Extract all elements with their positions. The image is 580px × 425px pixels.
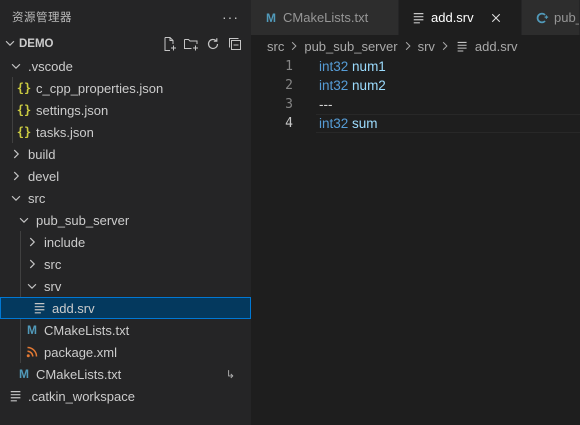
tree-item-label: CMakeLists.txt bbox=[36, 366, 122, 382]
breadcrumb-item[interactable]: add.srv bbox=[475, 39, 518, 54]
tree-item-build-folder[interactable]: build bbox=[0, 143, 251, 165]
close-icon[interactable] bbox=[488, 10, 504, 26]
breadcrumb-item[interactable]: srv bbox=[418, 39, 435, 54]
tree-item-tasks-json[interactable]: {} tasks.json bbox=[0, 121, 251, 143]
breadcrumb-item[interactable]: pub_sub_server bbox=[304, 39, 397, 54]
cmake-icon: M bbox=[27, 323, 37, 337]
code-line: 3 --- bbox=[251, 95, 580, 114]
tree-item-vscode-folder[interactable]: .vscode bbox=[0, 55, 251, 77]
tree-item-label: build bbox=[28, 146, 56, 162]
code-line: 1 int32 num1 bbox=[251, 57, 580, 76]
explorer-title: 资源管理器 bbox=[12, 11, 72, 24]
tree-item-label: package.xml bbox=[44, 344, 117, 360]
tree-item-devel-folder[interactable]: devel bbox=[0, 165, 251, 187]
tab-pub-cpp[interactable]: pub_ bbox=[522, 0, 580, 35]
code-line-current: 4 int32 sum bbox=[251, 114, 580, 133]
chevron-right-icon bbox=[8, 146, 24, 162]
tree-item-package-xml[interactable]: package.xml bbox=[0, 341, 251, 363]
chevron-right-icon bbox=[289, 41, 299, 51]
tree-item-label: devel bbox=[28, 168, 60, 184]
editor-tab-bar: M CMakeLists.txt add.srv pub_ bbox=[251, 0, 580, 35]
type-token: int32 bbox=[319, 59, 349, 74]
field-name-token: num1 bbox=[352, 59, 386, 74]
tree-item-inner-src-folder[interactable]: src bbox=[0, 253, 251, 275]
line-number: 2 bbox=[285, 78, 293, 93]
chevron-right-icon bbox=[24, 256, 40, 272]
chevron-right-icon bbox=[440, 41, 450, 51]
tree-item-add-srv[interactable]: add.srv bbox=[0, 297, 251, 319]
collapse-all-icon[interactable] bbox=[227, 36, 243, 52]
tree-item-catkin-workspace[interactable]: .catkin_workspace bbox=[0, 385, 251, 407]
new-file-icon[interactable] bbox=[161, 36, 177, 52]
chevron-down-icon bbox=[16, 212, 32, 228]
tree-item-label: src bbox=[28, 190, 46, 206]
tree-item-label: c_cpp_properties.json bbox=[36, 80, 164, 96]
cpp-icon bbox=[534, 10, 550, 26]
field-name-token: num2 bbox=[352, 78, 386, 93]
breadcrumb-item[interactable]: src bbox=[267, 39, 284, 54]
json-braces-icon: {} bbox=[16, 125, 32, 139]
tree-item-label: settings.json bbox=[36, 102, 109, 118]
tree-item-srv-folder[interactable]: srv bbox=[0, 275, 251, 297]
chevron-down-icon bbox=[24, 278, 40, 294]
tree-item-include-folder[interactable]: include bbox=[0, 231, 251, 253]
tree-item-label: pub_sub_server bbox=[36, 212, 130, 228]
lines-file-icon bbox=[455, 38, 471, 54]
lines-file-icon bbox=[411, 10, 427, 26]
field-name-token: sum bbox=[352, 116, 378, 131]
tree-item-cmakelists-package[interactable]: M CMakeLists.txt bbox=[0, 319, 251, 341]
chevron-right-icon bbox=[24, 234, 40, 250]
chevron-down-icon bbox=[8, 58, 24, 74]
tree-item-label: tasks.json bbox=[36, 124, 94, 140]
tree-item-label: src bbox=[44, 256, 62, 272]
workspace-folder-header[interactable]: DEMO bbox=[0, 33, 251, 55]
lines-file-icon bbox=[8, 388, 24, 404]
tree-item-label: .vscode bbox=[28, 58, 73, 74]
tab-label: pub_ bbox=[554, 10, 579, 25]
type-token: int32 bbox=[319, 78, 349, 93]
breadcrumb: src pub_sub_server srv add.srv bbox=[251, 35, 580, 57]
tab-label: add.srv bbox=[431, 10, 474, 25]
tab-cmakelists[interactable]: M CMakeLists.txt bbox=[251, 0, 399, 35]
tree-item-c-cpp-properties[interactable]: {} c_cpp_properties.json bbox=[0, 77, 251, 99]
tree-item-settings-json[interactable]: {} settings.json bbox=[0, 99, 251, 121]
code-editor[interactable]: 1 int32 num1 2 int32 num2 3 --- 4 int32 … bbox=[251, 57, 580, 133]
new-folder-icon[interactable] bbox=[183, 36, 199, 52]
json-braces-icon: {} bbox=[16, 81, 32, 95]
tree-item-label: add.srv bbox=[52, 300, 95, 316]
tree-item-label: CMakeLists.txt bbox=[44, 322, 130, 338]
workspace-folder-name: DEMO bbox=[19, 38, 54, 50]
json-braces-icon: {} bbox=[16, 103, 32, 117]
cmake-icon: M bbox=[19, 367, 29, 381]
ellipsis-icon[interactable]: ··· bbox=[222, 9, 239, 25]
code-line: 2 int32 num2 bbox=[251, 76, 580, 95]
type-token: int32 bbox=[319, 116, 349, 131]
explorer-sidebar: 资源管理器 ··· DEMO .vscode {} c_cpp_properti… bbox=[0, 0, 251, 425]
line-number: 4 bbox=[285, 116, 293, 131]
tab-label: CMakeLists.txt bbox=[283, 10, 369, 25]
chevron-down-icon bbox=[3, 36, 17, 53]
tree-item-pub-sub-server-folder[interactable]: pub_sub_server bbox=[0, 209, 251, 231]
symlink-badge: ↳ bbox=[225, 368, 235, 381]
lines-file-icon bbox=[32, 300, 48, 316]
line-number: 1 bbox=[285, 59, 293, 74]
tree-item-cmakelists-src[interactable]: M CMakeLists.txt ↳ bbox=[0, 363, 251, 385]
chevron-right-icon bbox=[8, 168, 24, 184]
chevron-down-icon bbox=[8, 190, 24, 206]
refresh-icon[interactable] bbox=[205, 36, 221, 52]
rss-icon bbox=[24, 344, 40, 360]
tree-item-label: .catkin_workspace bbox=[28, 388, 135, 404]
tree-item-label: include bbox=[44, 234, 86, 250]
chevron-right-icon bbox=[403, 41, 413, 51]
line-number: 3 bbox=[285, 97, 293, 112]
tab-add-srv[interactable]: add.srv bbox=[399, 0, 522, 35]
separator-token: --- bbox=[319, 97, 333, 112]
tree-item-label: srv bbox=[44, 278, 62, 294]
explorer-header: 资源管理器 ··· bbox=[0, 0, 251, 33]
cmake-icon: M bbox=[266, 10, 276, 25]
tree-item-src-folder[interactable]: src bbox=[0, 187, 251, 209]
